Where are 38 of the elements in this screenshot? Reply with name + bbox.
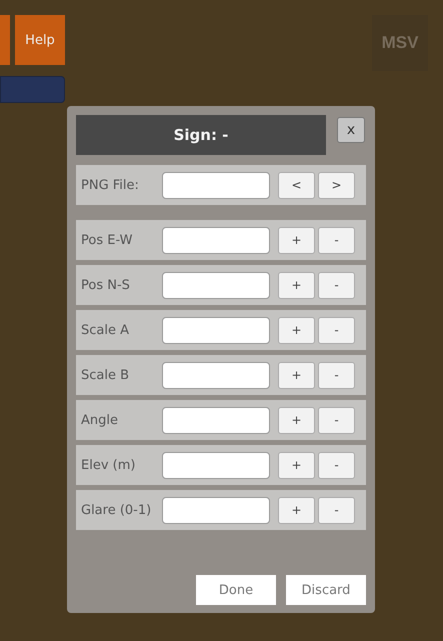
done-button[interactable]: Done xyxy=(196,575,276,605)
discard-button[interactable]: Discard xyxy=(286,575,366,605)
adjust-button[interactable]: + xyxy=(278,452,315,478)
field-label: Glare (0-1) xyxy=(80,502,152,518)
dialog-title: Sign: - xyxy=(76,115,326,155)
input-field[interactable] xyxy=(162,496,270,524)
adjust-button[interactable]: - xyxy=(318,452,355,478)
input-field[interactable] xyxy=(162,316,270,344)
field-label: Pos N-S xyxy=(80,278,131,292)
input-field[interactable] xyxy=(162,226,270,254)
step-button[interactable]: > xyxy=(318,172,355,198)
adjust-button[interactable]: + xyxy=(278,362,315,388)
input-field[interactable] xyxy=(162,172,270,198)
field-label: Elev (m) xyxy=(80,458,136,472)
adjust-button[interactable]: + xyxy=(278,272,315,298)
input-field[interactable] xyxy=(162,272,270,298)
close-button[interactable]: x xyxy=(337,117,365,143)
help-button[interactable]: Help xyxy=(15,15,65,65)
input-field[interactable] xyxy=(162,406,270,434)
adjust-button[interactable]: - xyxy=(318,272,355,298)
field-label: Scale B xyxy=(80,368,130,382)
adjust-button[interactable]: + xyxy=(278,406,315,434)
adjust-button[interactable]: + xyxy=(278,316,315,344)
field-label: Angle xyxy=(80,412,119,428)
adjust-button[interactable]: - xyxy=(318,406,355,434)
step-button[interactable]: < xyxy=(278,172,315,198)
input-field[interactable] xyxy=(162,362,270,388)
adjust-button[interactable]: + xyxy=(278,496,315,524)
input-field[interactable] xyxy=(162,452,270,478)
logo: MSV xyxy=(372,15,428,71)
adjust-button[interactable]: - xyxy=(318,226,355,254)
adjust-button[interactable]: - xyxy=(318,362,355,388)
adjust-button[interactable]: + xyxy=(278,226,315,254)
adjust-button[interactable]: - xyxy=(318,496,355,524)
field-label: Pos E-W xyxy=(80,232,134,248)
adjust-button[interactable]: - xyxy=(318,316,355,344)
field-label: PNG File: xyxy=(80,178,140,192)
field-label: Scale A xyxy=(80,322,130,338)
